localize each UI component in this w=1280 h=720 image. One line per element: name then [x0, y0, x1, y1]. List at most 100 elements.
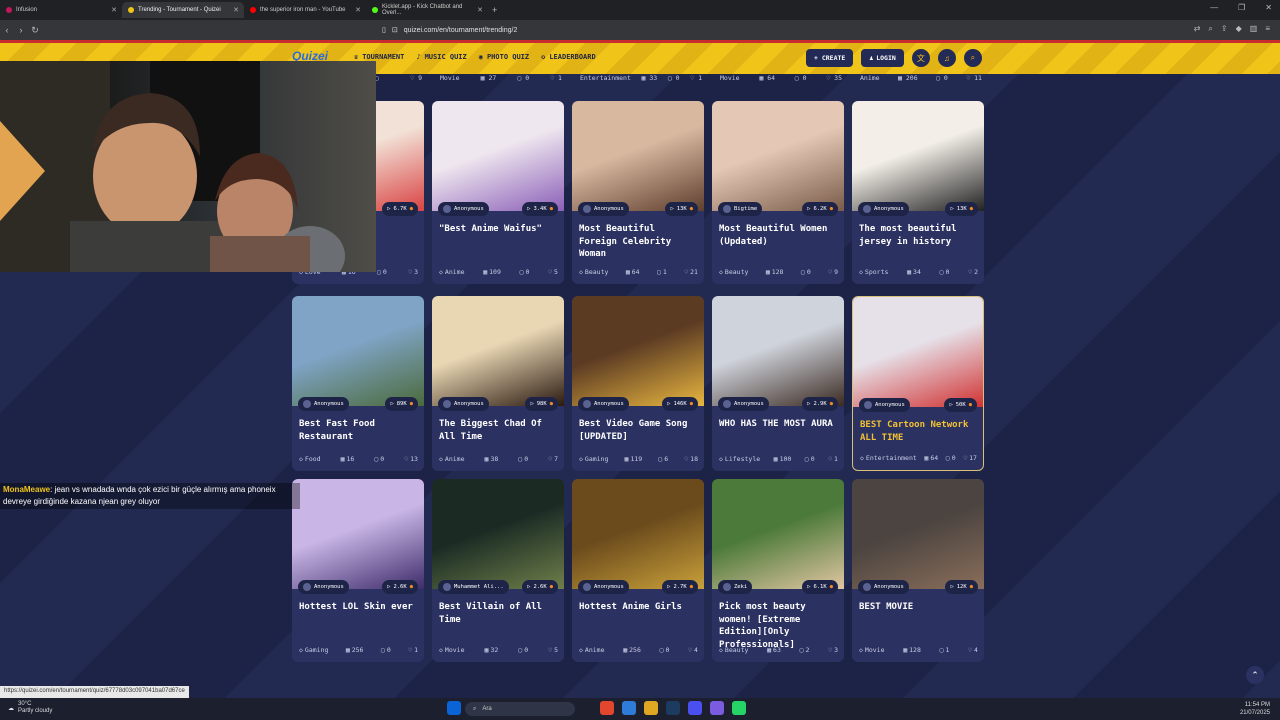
- category-tag[interactable]: ◇ Entertainment: [860, 454, 917, 462]
- likes-count[interactable]: ♡ 7: [548, 455, 558, 463]
- forward-icon[interactable]: ›: [14, 25, 28, 35]
- likes-count[interactable]: ♡ 18: [684, 455, 698, 463]
- minimize-icon[interactable]: —: [1210, 3, 1218, 12]
- back-icon[interactable]: ‹: [0, 25, 14, 35]
- quiz-thumbnail[interactable]: [572, 101, 704, 211]
- quiz-card[interactable]: Anonymous ▷ 13K ● Most Beautiful Foreign C…: [572, 101, 704, 284]
- quiz-title[interactable]: WHO HAS THE MOST AURA: [719, 418, 837, 431]
- browser-tab[interactable]: Kicklet.app - Kick Chatbot and Overl... ✕: [366, 2, 488, 18]
- folder-icon[interactable]: [644, 701, 658, 715]
- nav-photo-quiz[interactable]: ◉ PHOTO QUIZ: [479, 53, 529, 61]
- quiz-title[interactable]: Most Beautiful Foreign Celebrity Woman: [579, 223, 697, 261]
- category-tag[interactable]: ◇ Beauty: [719, 646, 748, 654]
- translate-icon[interactable]: ⇄: [1194, 24, 1201, 34]
- quiz-card[interactable]: Anonymous ▷ 2.7K ● Hottest Anime Girls ◇ An…: [572, 479, 704, 662]
- language-icon[interactable]: 文: [911, 49, 930, 67]
- quiz-card[interactable]: Anonymous ▷ 3.4K ● "Best Anime Waifus" ◇ An…: [432, 101, 564, 284]
- quiz-thumbnail[interactable]: [572, 479, 704, 589]
- quiz-card[interactable]: Anonymous ▷ 12K ● BEST MOVIE ◇ Movie ▦ 128 ▢…: [852, 479, 984, 662]
- category-tag[interactable]: ◇ Movie: [439, 646, 465, 654]
- category-tag[interactable]: ◇ Food: [299, 455, 321, 463]
- url-field[interactable]: ▯ ⊡ quizei.com/en/tournament/trending/2: [382, 23, 812, 37]
- quiz-thumbnail[interactable]: [292, 296, 424, 406]
- quiz-title[interactable]: The Biggest Chad Of All Time: [439, 418, 557, 443]
- new-tab-button[interactable]: +: [492, 5, 497, 15]
- likes-count[interactable]: ♡ 13: [404, 455, 418, 463]
- quiz-card[interactable]: Anonymous ▷ 146K ● Best Video Game Song [U…: [572, 296, 704, 471]
- quiz-title[interactable]: Most Beautiful Women (Updated): [719, 223, 837, 248]
- quiz-thumbnail[interactable]: [712, 296, 844, 406]
- close-icon[interactable]: ✕: [355, 6, 361, 14]
- discord-icon[interactable]: [710, 701, 724, 715]
- browser-tab-active[interactable]: Trending - Tournament - Quizei ✕: [122, 2, 244, 18]
- store-icon[interactable]: [622, 701, 636, 715]
- quiz-thumbnail[interactable]: [853, 297, 983, 407]
- quiz-card[interactable]: Anonymous ▷ 98K ● The Biggest Chad Of All …: [432, 296, 564, 471]
- quiz-card[interactable]: Anonymous ▷ 50K ● BEST Cartoon Network ALL…: [852, 296, 984, 471]
- quiz-title[interactable]: BEST MOVIE: [859, 601, 977, 614]
- category-tag[interactable]: ◇ Movie: [859, 646, 885, 654]
- category-tag[interactable]: ◇ Beauty: [579, 268, 608, 276]
- quiz-title[interactable]: BEST Cartoon Network ALL TIME: [860, 419, 978, 444]
- bookmark-icon[interactable]: ▯: [382, 26, 386, 34]
- browser-tab[interactable]: the superior iron man - YouTube ✕: [244, 2, 366, 18]
- likes-count[interactable]: ♡ 5: [548, 268, 558, 276]
- quiz-thumbnail[interactable]: [712, 101, 844, 211]
- category-tag[interactable]: ◇ Gaming: [299, 646, 328, 654]
- taskbar-search[interactable]: ⌕ Ara: [465, 702, 575, 716]
- author-badge[interactable]: Anonymous: [438, 202, 489, 216]
- scroll-to-top-button[interactable]: ⌃: [1246, 666, 1264, 684]
- author-badge[interactable]: Anonymous: [578, 202, 629, 216]
- quiz-card[interactable]: Zeki ▷ 6.1K ● Pick most beauty women! [Ext…: [712, 479, 844, 662]
- quiz-title[interactable]: Best Villain of All Time: [439, 601, 557, 626]
- steam-icon[interactable]: [666, 701, 680, 715]
- likes-count[interactable]: ♡ 1: [408, 646, 418, 654]
- nav-music-quiz[interactable]: ♪ MUSIC QUIZ: [416, 53, 466, 61]
- quiz-thumbnail[interactable]: [712, 479, 844, 589]
- likes-count[interactable]: ♡ 5: [548, 646, 558, 654]
- likes-count[interactable]: ♡ 3: [408, 268, 418, 276]
- quiz-thumbnail[interactable]: [432, 101, 564, 211]
- quiz-title[interactable]: Hottest Anime Girls: [579, 601, 697, 614]
- share-icon[interactable]: ⇪: [1221, 24, 1228, 34]
- likes-count[interactable]: ♡ 21: [684, 268, 698, 276]
- brave-icon[interactable]: [600, 701, 614, 715]
- quiz-card[interactable]: Muhammet Ali... ▷ 2.6K ● Best Villain of A…: [432, 479, 564, 662]
- category-tag[interactable]: ◇ Lifestyle: [719, 455, 760, 463]
- reload-icon[interactable]: ↻: [28, 25, 42, 36]
- close-window-icon[interactable]: ✕: [1265, 3, 1272, 12]
- close-icon[interactable]: ✕: [477, 6, 483, 14]
- author-badge[interactable]: Anonymous: [859, 398, 910, 412]
- likes-count[interactable]: ♡ 4: [688, 646, 698, 654]
- browser-tab[interactable]: Infusion ✕: [0, 2, 122, 18]
- author-badge[interactable]: Anonymous: [578, 397, 629, 411]
- author-badge[interactable]: Bigtime: [718, 202, 763, 216]
- start-icon[interactable]: [447, 701, 461, 715]
- category-tag[interactable]: ◇ Anime: [579, 646, 605, 654]
- nav-leaderboard[interactable]: ✪ LEADERBOARD: [541, 53, 596, 61]
- quiz-thumbnail[interactable]: [852, 479, 984, 589]
- quiz-card[interactable]: Anonymous ▷ 2.6K ● Hottest LOL Skin ever ◇…: [292, 479, 424, 662]
- menu-icon[interactable]: ≡: [1265, 24, 1270, 34]
- quiz-card[interactable]: Anonymous ▷ 2.9K ● WHO HAS THE MOST AURA ◇…: [712, 296, 844, 471]
- author-badge[interactable]: Anonymous: [718, 397, 769, 411]
- weather-widget[interactable]: ☁ 30°C Partly cloudy: [8, 701, 52, 715]
- author-badge[interactable]: Anonymous: [578, 580, 629, 594]
- author-badge[interactable]: Zeki: [718, 580, 753, 594]
- quiz-card[interactable]: Anonymous ▷ 89K ● Best Fast Food Restauran…: [292, 296, 424, 471]
- maximize-icon[interactable]: ❐: [1238, 3, 1245, 12]
- category-tag[interactable]: ◇ Anime: [439, 455, 465, 463]
- whatsapp-icon[interactable]: [732, 701, 746, 715]
- quiz-thumbnail[interactable]: [432, 296, 564, 406]
- quiz-title[interactable]: The most beautiful jersey in history: [859, 223, 977, 248]
- search-icon[interactable]: ⌕: [963, 49, 982, 67]
- quiz-thumbnail[interactable]: [432, 479, 564, 589]
- quiz-thumbnail[interactable]: [292, 479, 424, 589]
- author-badge[interactable]: Anonymous: [858, 580, 909, 594]
- likes-count[interactable]: ♡ 4: [968, 646, 978, 654]
- close-icon[interactable]: ✕: [233, 6, 239, 14]
- quiz-thumbnail[interactable]: [572, 296, 704, 406]
- likes-count[interactable]: ♡ 3: [828, 646, 838, 654]
- app-icon[interactable]: [688, 701, 702, 715]
- likes-count[interactable]: ♡ 2: [968, 268, 978, 276]
